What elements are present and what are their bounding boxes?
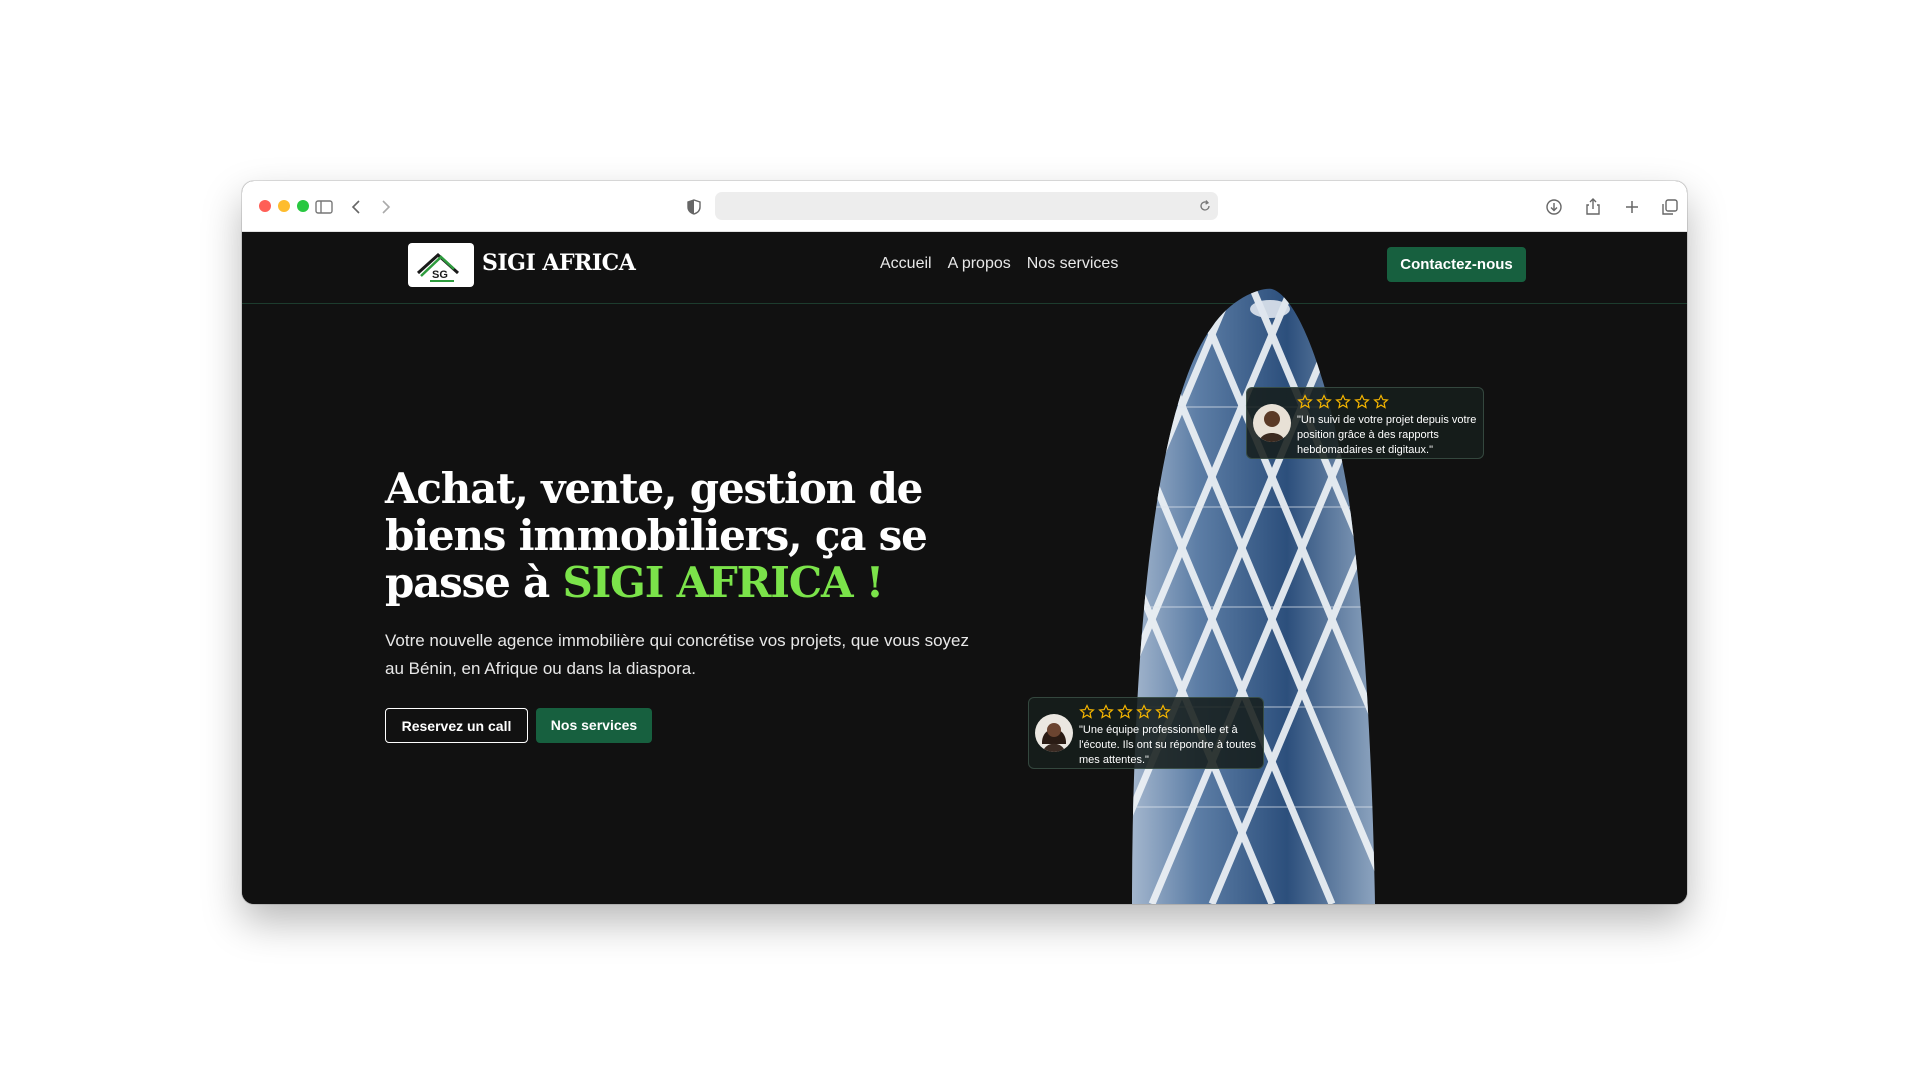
nav-link-about[interactable]: A propos	[948, 255, 1011, 273]
review-text: "Un suivi de votre projet depuis votre p…	[1297, 414, 1477, 456]
services-button[interactable]: Nos services	[536, 708, 652, 743]
svg-text:SG: SG	[432, 269, 448, 281]
nav-link-services[interactable]: Nos services	[1027, 255, 1119, 273]
review-card: "Un suivi de votre projet depuis votre p…	[1246, 387, 1484, 459]
minimize-window-button[interactable]	[278, 200, 290, 212]
house-logo-icon: SG	[416, 252, 460, 282]
avatar	[1253, 404, 1291, 442]
star-icon	[1098, 704, 1114, 719]
book-call-button[interactable]: Reservez un call	[385, 708, 528, 743]
forward-icon[interactable]	[375, 196, 397, 218]
new-tab-icon[interactable]	[1621, 196, 1643, 218]
star-icon	[1316, 394, 1332, 409]
star-icon	[1354, 394, 1370, 409]
nav-link-home[interactable]: Accueil	[880, 255, 932, 273]
back-icon[interactable]	[345, 196, 367, 218]
shield-icon[interactable]	[683, 196, 705, 218]
logo[interactable]: SG	[408, 243, 474, 287]
reload-icon[interactable]	[1196, 197, 1214, 215]
review-text: "Une équipe professionnelle et à l'écout…	[1079, 724, 1256, 766]
browser-window: SG SIGI AFRICA Accueil A propos Nos serv…	[242, 181, 1687, 904]
star-icon	[1136, 704, 1152, 719]
hero-title-accent: SIGI AFRICA !	[562, 558, 884, 607]
star-icon	[1335, 394, 1351, 409]
building-image	[1132, 288, 1375, 904]
main-nav: Accueil A propos Nos services	[880, 255, 1118, 273]
close-window-button[interactable]	[259, 200, 271, 212]
hero-title: Achat, vente, gestion de biens immobilie…	[385, 465, 985, 606]
tabs-overview-icon[interactable]	[1659, 196, 1681, 218]
avatar	[1035, 714, 1073, 752]
share-icon[interactable]	[1582, 196, 1604, 218]
star-icon	[1373, 394, 1389, 409]
browser-toolbar	[242, 181, 1687, 232]
zoom-window-button[interactable]	[297, 200, 309, 212]
hero-subtitle: Votre nouvelle agence immobilière qui co…	[385, 631, 969, 678]
sidebar-icon[interactable]	[313, 196, 335, 218]
star-rating	[1079, 704, 1171, 720]
website: SG SIGI AFRICA Accueil A propos Nos serv…	[242, 232, 1687, 904]
site-navbar: SG SIGI AFRICA Accueil A propos Nos serv…	[242, 232, 1687, 304]
contact-button[interactable]: Contactez-nous	[1387, 247, 1526, 282]
star-rating	[1297, 394, 1389, 410]
star-icon	[1079, 704, 1095, 719]
star-icon	[1117, 704, 1133, 719]
address-bar[interactable]	[715, 192, 1218, 220]
download-icon[interactable]	[1543, 196, 1565, 218]
star-icon	[1155, 704, 1171, 719]
review-card: "Une équipe professionnelle et à l'écout…	[1028, 697, 1264, 769]
brand-name[interactable]: SIGI AFRICA	[482, 250, 636, 276]
star-icon	[1297, 394, 1313, 409]
